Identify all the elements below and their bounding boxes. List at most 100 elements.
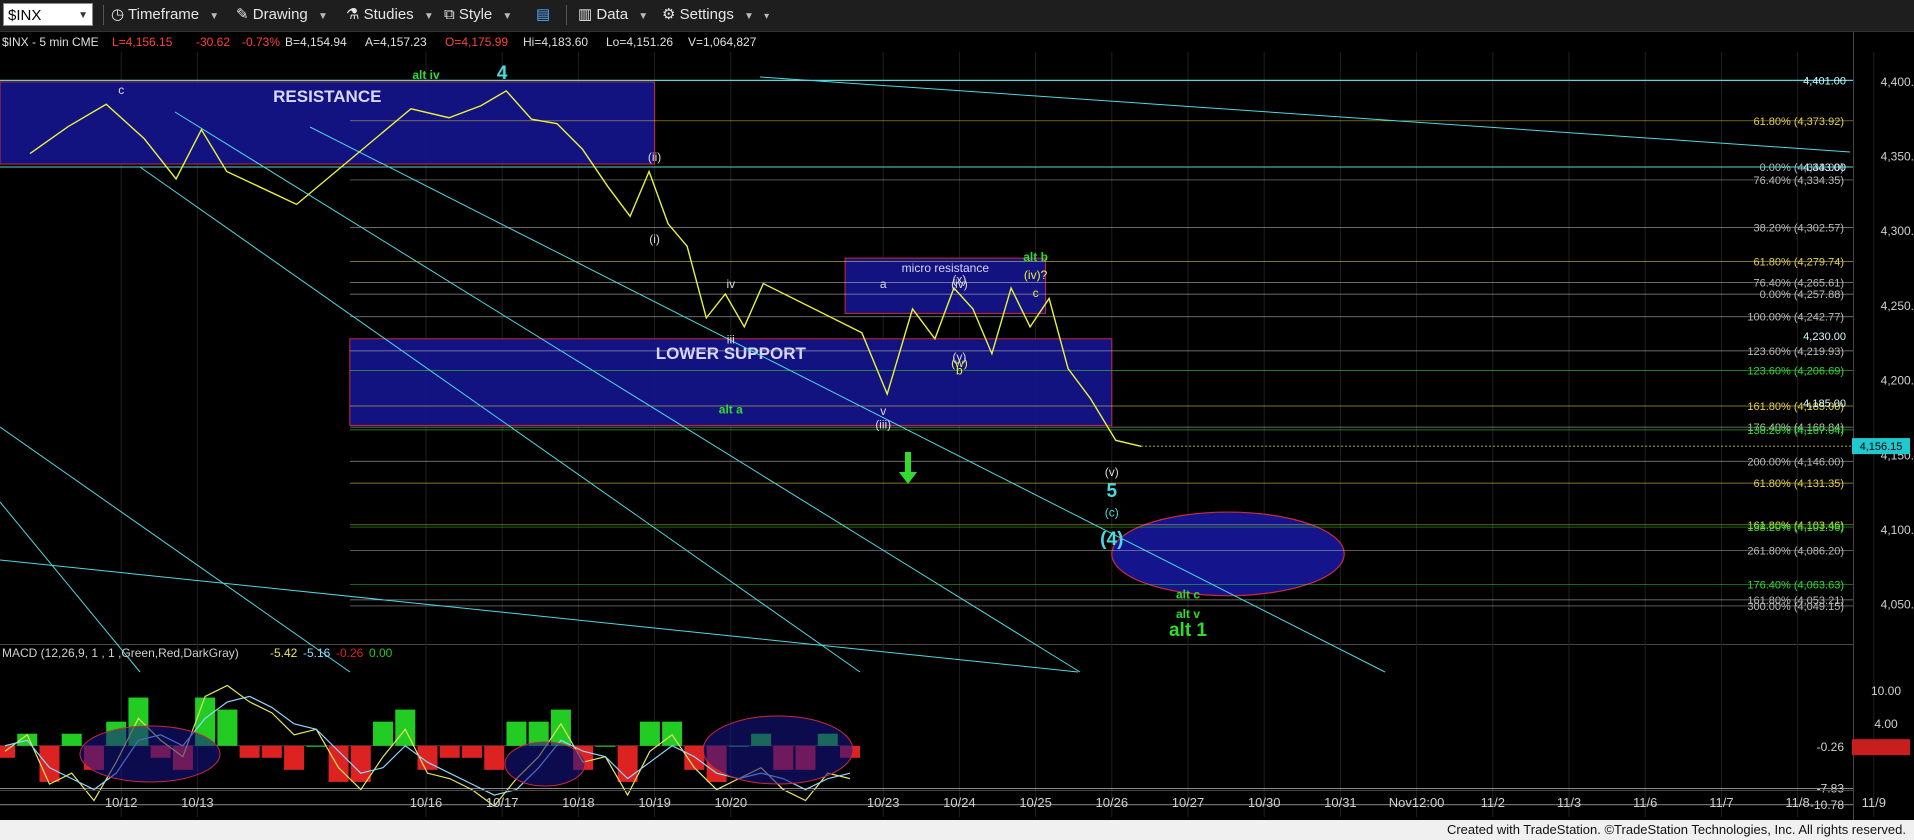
wave-label: (x) <box>952 273 966 287</box>
layout-button[interactable]: ▤ <box>536 4 550 26</box>
drawing-button[interactable]: ✎ Drawing ▼ <box>236 4 328 26</box>
date-tick-label: 10/13 <box>181 795 214 810</box>
wave-label: (ii) <box>648 150 661 164</box>
macd-histogram-bar <box>239 745 260 758</box>
price-tick-label: 4,100.00 <box>1881 523 1914 537</box>
macd-histogram-bar <box>373 721 394 746</box>
wave-label: alt v <box>1176 607 1200 621</box>
fib-label: 300.00% (4,049.15) <box>1747 601 1844 613</box>
price-tick-label: 4,050.00 <box>1881 598 1914 612</box>
last-price: L=4,156.15 <box>112 35 173 49</box>
chevron-down-icon: ▼ <box>638 11 649 22</box>
symbol-input[interactable]: $INX ▼ <box>3 3 93 26</box>
wave-label: (c) <box>1105 506 1119 520</box>
fib-label: 61.80% (4,279.74) <box>1753 257 1844 269</box>
bid-price: B=4,154.94 <box>285 35 347 49</box>
macd-tick-label: 4.00 <box>1874 717 1898 731</box>
macd-histogram-bar <box>506 721 527 746</box>
macd-histogram-bar <box>484 745 505 770</box>
zone-label: micro resistance <box>902 261 990 275</box>
fib-label: 100.00% (4,242.77) <box>1747 312 1844 324</box>
data-label: Data <box>596 6 629 23</box>
fib-label: 61.80% (4,131.35) <box>1753 478 1844 490</box>
macd-tick-label: 10.00 <box>1871 684 1901 698</box>
fib-label: 138.20% (4,167.04) <box>1747 425 1844 437</box>
flask-icon: ⚗ <box>346 6 360 23</box>
pencil-icon: ✎ <box>236 6 249 23</box>
fib-label: 123.60% (4,206.69) <box>1747 366 1844 378</box>
wave-label: (4) <box>1100 529 1123 550</box>
price-tag-label: 4,185.00 <box>1803 398 1846 410</box>
style-label: Style <box>458 6 493 23</box>
low-price: Lo=4,151.26 <box>606 35 673 49</box>
macd-histogram-bar <box>0 745 15 758</box>
style-icon: ⧉ <box>444 6 455 23</box>
macd-readout: -5.42 <box>270 646 298 660</box>
macd-title: MACD (12,26,9, 1 , 1 ,Green,Red,DarkGray… <box>2 646 239 660</box>
open-price: O=4,175.99 <box>445 35 508 49</box>
wave-label: (v) <box>1105 465 1119 479</box>
fib-label: 261.80% (4,086.20) <box>1747 546 1844 558</box>
timeframe-button[interactable]: ◷ Timeframe ▼ <box>111 4 219 26</box>
wave-label: v <box>880 404 886 418</box>
style-button[interactable]: ⧉ Style ▼ <box>444 4 512 26</box>
macd-value-tag <box>1852 739 1910 756</box>
date-tick-label: 11/8 <box>1785 795 1809 810</box>
macd-histogram-bar <box>61 733 82 746</box>
wave-label: c <box>118 83 124 97</box>
macd-histogram-bar <box>439 745 460 758</box>
wave-label: alt iv <box>412 68 440 82</box>
macd-histogram-bar <box>662 721 683 746</box>
macd-readout: 0.00 <box>369 646 393 660</box>
fib-label: 176.40% (4,063.63) <box>1747 579 1844 591</box>
date-tick-label: 11/6 <box>1633 795 1657 810</box>
price-tag-label: 4,156.15 <box>1860 441 1903 453</box>
fib-label: 61.80% (4,373.92) <box>1753 116 1844 128</box>
drawing-label: Drawing <box>252 6 308 23</box>
wave-label: 5 <box>1107 481 1118 502</box>
macd-histogram-bar <box>350 745 371 782</box>
toolbar: $INX ▼ ◷ Timeframe ▼ ✎ Drawing ▼ ⚗ Studi… <box>0 0 1914 32</box>
channel-line <box>0 426 351 673</box>
footer: Created with TradeStation. ©TradeStation… <box>0 820 1914 840</box>
macd-histogram-bar <box>217 709 238 746</box>
zone-label: LOWER SUPPORT <box>656 344 807 363</box>
settings-label: Settings <box>679 6 734 23</box>
wave-label: alt b <box>1023 250 1048 264</box>
fib-label: 38.20% (4,302.57) <box>1753 222 1844 234</box>
price-chart[interactable]: RESISTANCEmicro resistanceLOWER SUPPORT … <box>0 32 1914 820</box>
macd-histogram-bar <box>306 745 327 747</box>
chevron-down-icon: ▼ <box>502 11 513 22</box>
pct-change: -0.73% <box>242 35 280 49</box>
date-tick-label: 10/31 <box>1324 795 1357 810</box>
date-tick-label: 11/9 <box>1862 795 1886 810</box>
wave-label: (iii) <box>875 417 891 431</box>
timeframe-label: Timeframe <box>128 6 200 23</box>
date-tick-label: 10/19 <box>638 795 671 810</box>
price-tag-label: 4,230.00 <box>1803 331 1846 343</box>
toolbar-divider <box>103 5 104 25</box>
time-axis-divider <box>0 790 1853 791</box>
price-tick-label: 4,350.00 <box>1881 150 1914 164</box>
date-tick-label: 10/26 <box>1096 795 1129 810</box>
layout-icon: ▤ <box>536 6 551 23</box>
price-tick-label: 4,200.00 <box>1881 374 1914 388</box>
studies-label: Studies <box>363 6 414 23</box>
macd-tick-label: -10.78 <box>1810 798 1844 812</box>
panel-divider <box>0 644 1853 645</box>
data-button[interactable]: ▥ Data ▼ <box>578 4 648 26</box>
chevron-down-icon: ▾ <box>764 11 770 22</box>
chevron-down-icon: ▼ <box>423 11 434 22</box>
macd-tick-label: -7.83 <box>1817 782 1845 796</box>
wave-label: alt a <box>719 402 743 416</box>
price-tag-label: 4,343.00 <box>1803 162 1846 174</box>
copyright-text: Created with TradeStation. ©TradeStation… <box>1446 822 1906 837</box>
price-tick-label: 4,300.00 <box>1881 224 1914 238</box>
date-tick-label: 10/24 <box>943 795 976 810</box>
settings-button[interactable]: ⚙ Settings ▼ ▾ <box>662 4 769 26</box>
studies-button[interactable]: ⚗ Studies ▼ <box>346 4 434 26</box>
wave-label: c <box>1033 286 1039 300</box>
date-tick-label: 10/27 <box>1172 795 1205 810</box>
macd-histogram-bar <box>639 721 660 746</box>
macd-histogram-bar <box>617 745 638 782</box>
